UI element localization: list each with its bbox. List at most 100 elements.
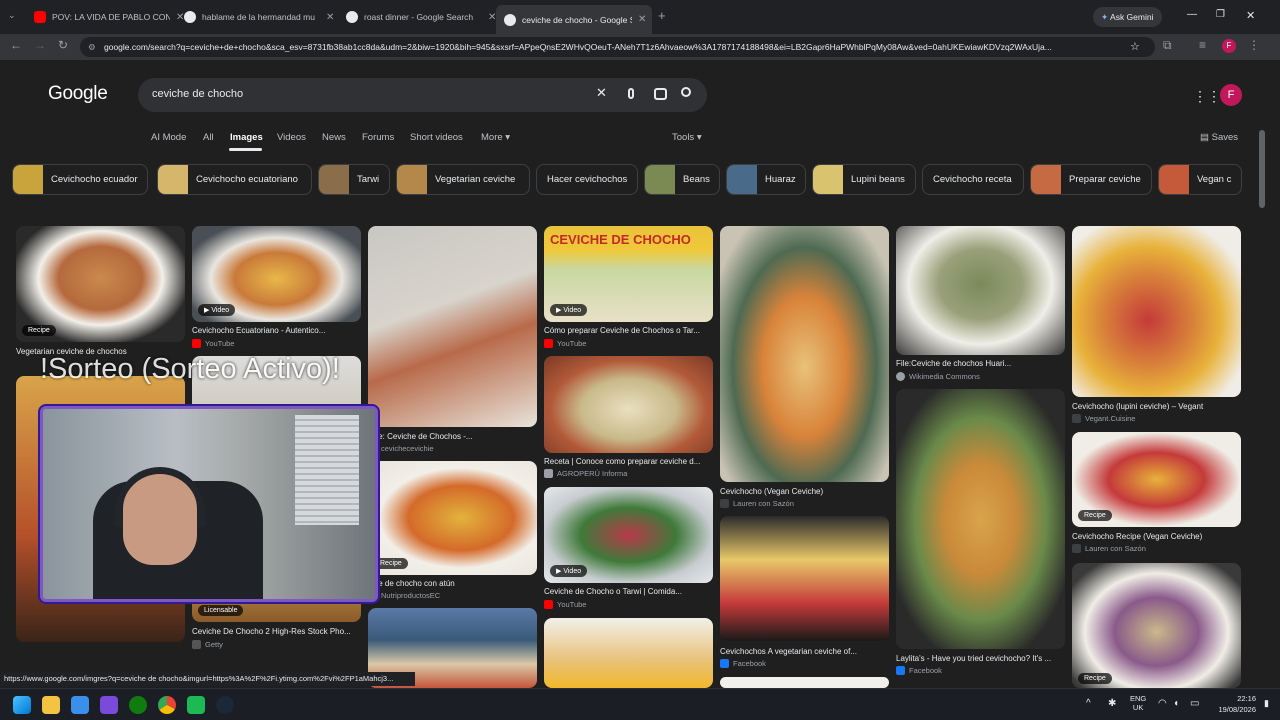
new-tab-icon[interactable]: + — [658, 8, 666, 23]
back-arrow-icon[interactable]: ← — [10, 38, 22, 52]
result-source[interactable]: Getty — [192, 640, 223, 649]
scrollbar-thumb[interactable] — [1259, 130, 1265, 208]
google-apps-icon[interactable]: ⋮⋮ — [1193, 88, 1221, 105]
chip-vegetarian-ceviche[interactable]: Vegetarian ceviche — [396, 164, 530, 195]
result-image-9[interactable] — [544, 356, 713, 453]
tab-images[interactable]: Images — [230, 132, 263, 143]
chip-huaraz[interactable]: Huaraz — [726, 164, 806, 195]
address-bar[interactable]: ⚙ google.com/search?q=ceviche+de+chocho&… — [80, 37, 1155, 57]
media-icon[interactable]: ≡ — [1199, 38, 1206, 52]
result-caption[interactable]: Cevichocho Recipe (Vegan Ceviche) — [1072, 532, 1241, 541]
result-caption[interactable]: Ceviche de Chocho o Tarwi | Comida... — [544, 587, 713, 596]
result-caption[interactable]: Cevichochos A vegetarian ceviche of... — [720, 647, 889, 656]
app-icon[interactable] — [100, 696, 118, 714]
tab-more[interactable]: More ▾ — [481, 132, 510, 143]
saves-button[interactable]: ▤ Saves — [1200, 132, 1238, 143]
mic-icon[interactable] — [628, 88, 634, 99]
result-source[interactable]: YouTube — [544, 600, 586, 609]
result-source[interactable]: AGROPERÚ Informa — [544, 469, 627, 478]
result-image-16[interactable] — [896, 389, 1065, 649]
result-caption[interactable]: Cómo preparar Ceviche de Chochos o Tar..… — [544, 326, 713, 335]
tab-hermandad[interactable]: hablame de la hermandad mu ✕ — [176, 6, 334, 28]
search-input[interactable]: ceviche de chocho — [152, 88, 243, 100]
forward-arrow-icon[interactable]: → — [34, 38, 46, 52]
result-source[interactable]: YouTube — [192, 339, 234, 348]
tab-search-icon[interactable]: ⌄ — [8, 10, 16, 21]
xbox-icon[interactable] — [129, 696, 147, 714]
result-image-12[interactable] — [720, 226, 889, 482]
chip-hacer-cevichochos[interactable]: Hacer cevichochos — [536, 164, 638, 195]
restore-icon[interactable]: ❐ — [1216, 9, 1225, 20]
tab-ceviche-active[interactable]: ceviche de chocho - Google Se ✕ — [496, 5, 652, 34]
chip-beans[interactable]: Beans — [644, 164, 720, 195]
bookmark-star-icon[interactable]: ☆ — [1130, 40, 1140, 53]
close-tab-icon[interactable]: ✕ — [638, 14, 646, 25]
tab-short-videos[interactable]: Short videos — [410, 132, 463, 143]
result-source[interactable]: Wikimedia Commons — [896, 372, 980, 381]
taskbar-clock[interactable]: 22:16 19/08/2026 — [1210, 693, 1256, 715]
search-box[interactable]: ceviche de chocho ✕ — [138, 78, 707, 112]
language-indicator[interactable]: ENG UK — [1130, 694, 1146, 712]
chip-cevichocho-receta[interactable]: Cevichocho receta — [922, 164, 1024, 195]
result-caption[interactable]: File:Ceviche de chochos Huari... — [896, 359, 1065, 368]
result-caption[interactable]: Receta | Conoce como preparar ceviche d.… — [544, 457, 713, 466]
windows-start-icon[interactable] — [13, 696, 31, 714]
result-source[interactable]: Vegant.Cuisine — [1072, 414, 1135, 423]
result-image-11[interactable] — [544, 618, 713, 688]
result-image-3[interactable]: ▶ Video — [192, 226, 361, 322]
result-source[interactable]: Lauren con Sazón — [1072, 544, 1146, 553]
result-image-10[interactable]: ▶ Video — [544, 487, 713, 583]
account-avatar[interactable]: F — [1220, 84, 1242, 106]
ask-gemini-button[interactable]: ✦ Ask Gemini — [1093, 7, 1162, 27]
result-image-18[interactable]: Recipe — [1072, 432, 1241, 527]
game-icon[interactable] — [187, 696, 205, 714]
tools-button[interactable]: Tools ▾ — [672, 132, 702, 143]
result-image-5[interactable] — [368, 226, 537, 427]
search-magnifier-icon[interactable] — [681, 87, 691, 97]
chip-tarwi[interactable]: Tarwi — [318, 164, 390, 195]
lens-camera-icon[interactable] — [654, 88, 667, 100]
steam-icon[interactable] — [216, 696, 234, 714]
close-window-icon[interactable]: ✕ — [1246, 9, 1255, 22]
tab-youtube[interactable]: POV: LA VIDA DE PABLO CON PI ✕ — [26, 6, 184, 28]
browser-menu-icon[interactable]: ⋮ — [1248, 38, 1260, 52]
result-image-1[interactable]: Recipe — [16, 226, 185, 342]
result-image-14[interactable] — [720, 677, 889, 688]
result-source[interactable]: YouTube — [544, 339, 586, 348]
tray-chevron-icon[interactable]: ^ — [1086, 698, 1091, 709]
close-tab-icon[interactable]: ✕ — [326, 12, 334, 23]
result-source[interactable]: Facebook — [720, 659, 766, 668]
tab-forums[interactable]: Forums — [362, 132, 394, 143]
chrome-icon[interactable] — [158, 696, 176, 714]
chip-lupini-beans[interactable]: Lupini beans — [812, 164, 916, 195]
profile-avatar-small[interactable]: F — [1222, 39, 1236, 53]
result-image-15[interactable] — [896, 226, 1065, 355]
notifications-icon[interactable]: ▮ — [1264, 698, 1269, 709]
clear-search-icon[interactable]: ✕ — [596, 85, 607, 101]
result-caption[interactable]: Cevichocho (lupini ceviche) – Vegant — [1072, 402, 1241, 411]
result-caption[interactable]: Cevichocho (Vegan Ceviche) — [720, 487, 889, 496]
google-logo[interactable]: Google — [48, 83, 108, 105]
result-caption[interactable]: Laylita's - Have you tried cevichocho? I… — [896, 654, 1065, 663]
chip-cevichocho-ecuatoriano[interactable]: Cevichocho ecuatoriano — [157, 164, 312, 195]
site-info-icon[interactable]: ⚙ — [88, 37, 96, 57]
reload-icon[interactable]: ↻ — [58, 38, 68, 52]
result-caption[interactable]: cipe: Ceviche de Chochos -... — [368, 432, 537, 441]
result-image-8[interactable]: CEVICHE DE CHOCHO ▶ Video — [544, 226, 713, 322]
bluetooth-icon[interactable]: ✱ — [1108, 698, 1116, 709]
result-caption[interactable]: Cevichocho Ecuatoriano - Autentico... — [192, 326, 361, 335]
battery-icon[interactable]: ▭ — [1190, 698, 1199, 709]
chip-preparar-ceviche[interactable]: Preparar ceviche — [1030, 164, 1152, 195]
tab-news[interactable]: News — [322, 132, 346, 143]
result-image-13[interactable] — [720, 516, 889, 641]
tab-all[interactable]: All — [203, 132, 214, 143]
tab-roast-dinner[interactable]: roast dinner - Google Search ✕ — [338, 6, 496, 28]
file-explorer-icon[interactable] — [42, 696, 60, 714]
result-image-17[interactable] — [1072, 226, 1241, 397]
result-source[interactable]: Facebook — [896, 666, 942, 675]
extensions-icon[interactable]: ⧉ — [1163, 38, 1172, 53]
result-image-6[interactable]: Recipe — [368, 461, 537, 575]
tab-videos[interactable]: Videos — [277, 132, 306, 143]
result-caption[interactable]: Ceviche De Chocho 2 High-Res Stock Pho..… — [192, 627, 361, 636]
chip-cevichocho-ecuador[interactable]: Cevichocho ecuador — [12, 164, 148, 195]
